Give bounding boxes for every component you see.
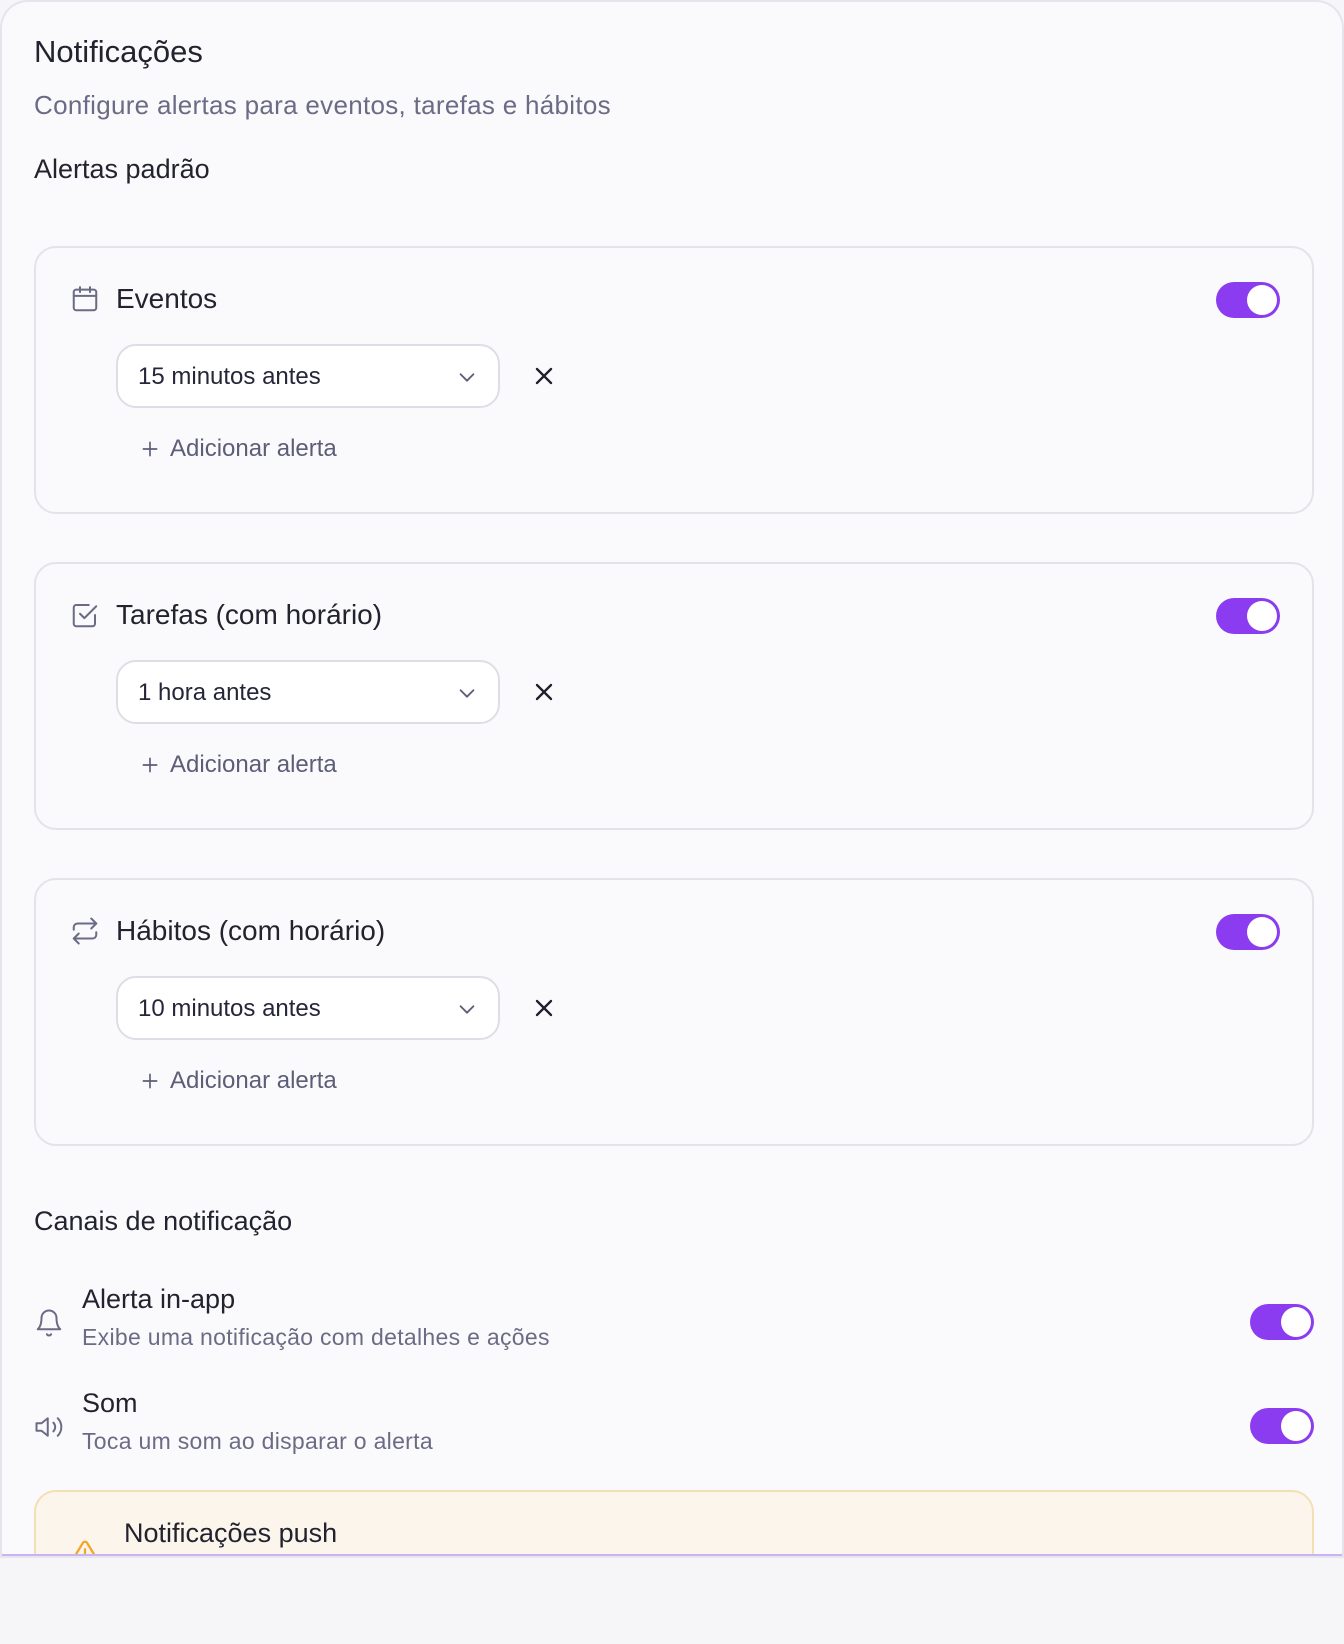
chevron-down-icon — [456, 998, 478, 1020]
card-title: Eventos — [116, 283, 218, 314]
plus-icon — [140, 755, 160, 775]
select-value: 10 minutos antes — [138, 995, 321, 1022]
push-notice-title: Notificações push — [124, 1518, 338, 1548]
toggle-knob — [1247, 917, 1277, 947]
calendar-icon — [70, 284, 100, 314]
remove-alert-close-icon[interactable] — [530, 994, 558, 1022]
select-value: 15 minutos antes — [138, 363, 321, 390]
alert-card-habits: Hábitos (com horário) 10 minutos antes A… — [34, 878, 1314, 1146]
habits-toggle[interactable] — [1216, 914, 1280, 950]
chevron-down-icon — [456, 682, 478, 704]
add-alert-button[interactable]: Adicionar alerta — [140, 751, 337, 779]
alert-card-tasks: Tarefas (com horário) 1 hora antes Adici… — [34, 562, 1314, 830]
add-alert-label: Adicionar alerta — [170, 435, 337, 462]
remove-alert-close-icon[interactable] — [530, 678, 558, 706]
channel-sound: Som Toca um som ao disparar o alerta — [34, 1388, 1314, 1464]
channel-description: Exibe uma notificação com detalhes e açõ… — [82, 1324, 550, 1350]
card-title: Hábitos (com horário) — [116, 915, 386, 946]
speaker-icon — [34, 1412, 64, 1442]
remove-alert-close-icon[interactable] — [530, 362, 558, 390]
channel-description: Toca um som ao disparar o alerta — [82, 1428, 433, 1454]
bell-icon — [34, 1308, 64, 1338]
events-alert-select[interactable]: 15 minutos antes — [116, 344, 500, 408]
toggle-knob — [1281, 1411, 1311, 1441]
page-subtitle: Configure alertas para eventos, tarefas … — [34, 90, 611, 120]
tasks-alert-select[interactable]: 1 hora antes — [116, 660, 500, 724]
tasks-toggle[interactable] — [1216, 598, 1280, 634]
add-alert-button[interactable]: Adicionar alerta — [140, 435, 337, 463]
sound-toggle[interactable] — [1250, 1408, 1314, 1444]
push-notifications-notice: Notificações push — [34, 1490, 1314, 1556]
add-alert-button[interactable]: Adicionar alerta — [140, 1067, 337, 1095]
card-title: Tarefas (com horário) — [116, 599, 383, 630]
events-toggle[interactable] — [1216, 282, 1280, 318]
channel-in-app: Alerta in-app Exibe uma notificação com … — [34, 1284, 1314, 1360]
toggle-knob — [1247, 601, 1277, 631]
habits-alert-select[interactable]: 10 minutos antes — [116, 976, 500, 1040]
select-value: 1 hora antes — [138, 679, 272, 706]
repeat-icon — [70, 916, 100, 946]
chevron-down-icon — [456, 366, 478, 388]
add-alert-label: Adicionar alerta — [170, 751, 337, 778]
alert-card-events: Eventos 15 minutos antes Adicionar alert… — [34, 246, 1314, 514]
checkbox-icon — [70, 600, 100, 630]
notifications-panel: Notificações Configure alertas para even… — [0, 0, 1344, 1556]
bottom-area — [0, 1556, 1344, 1644]
channel-title: Alerta in-app — [82, 1284, 236, 1314]
plus-icon — [140, 439, 160, 459]
page-title: Notificações — [34, 34, 203, 69]
add-alert-label: Adicionar alerta — [170, 1067, 337, 1094]
toggle-knob — [1281, 1307, 1311, 1337]
section-title-channels: Canais de notificação — [34, 1206, 293, 1236]
channel-title: Som — [82, 1388, 138, 1418]
toggle-knob — [1247, 285, 1277, 315]
in-app-toggle[interactable] — [1250, 1304, 1314, 1340]
section-title-default-alerts: Alertas padrão — [34, 154, 210, 184]
plus-icon — [140, 1071, 160, 1091]
